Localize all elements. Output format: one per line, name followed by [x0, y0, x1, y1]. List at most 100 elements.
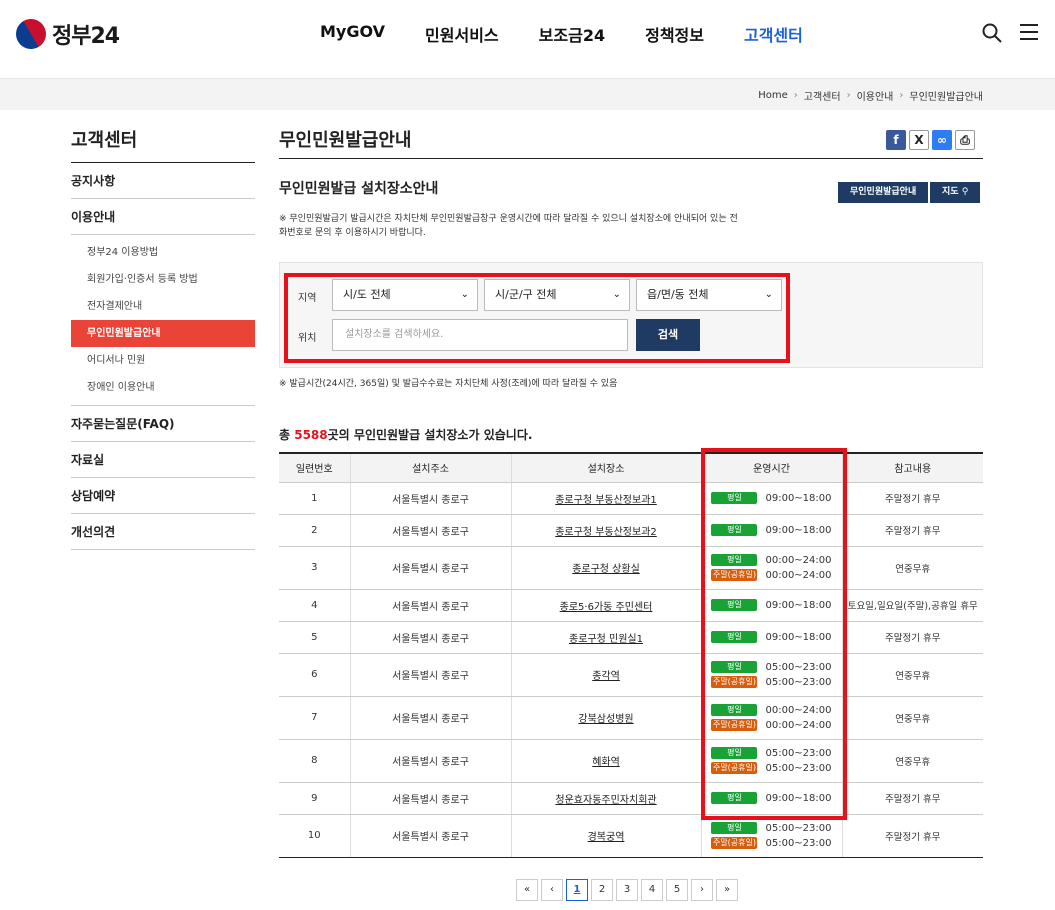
hours-weekend: 주말(공휴일) 05:00~23:00 [704, 836, 840, 851]
cell-hours: 평일 00:00~24:00 주말(공휴일) 00:00~24:00 [700, 696, 842, 740]
weekday-tag: 평일 [711, 792, 758, 804]
hours-weekday: 평일 09:00~18:00 [704, 598, 840, 613]
table-row: 4 서울특별시 종로구 종로5·6가동 주민센터 평일 09:00~18:00 토… [279, 589, 983, 622]
page-first-button[interactable]: « [516, 879, 538, 901]
main-nav: MyGOV 민원서비스 보조금24 정책정보 고객센터 [320, 22, 803, 46]
breadcrumb-customer-center[interactable]: 고객센터 [804, 88, 841, 103]
weekday-hours: 09:00~18:00 [765, 792, 832, 804]
weekday-tag: 평일 [711, 704, 758, 716]
map-button[interactable]: 지도 ⚲ [930, 182, 981, 203]
weekday-tag: 평일 [711, 524, 758, 536]
cell-place-link[interactable]: 종로구청 부동산정보과1 [510, 482, 701, 515]
sidebar-item-consult[interactable]: 상담예약 [71, 478, 255, 514]
facebook-icon[interactable]: f [886, 130, 906, 150]
table-row: 2 서울특별시 종로구 종로구청 부동산정보과2 평일 09:00~18:00 주… [279, 514, 983, 547]
cell-address: 서울특별시 종로구 [349, 653, 511, 697]
cell-place-link[interactable]: 혜화역 [510, 739, 701, 783]
cell-note: 주말정기 휴무 [841, 514, 983, 547]
cell-hours: 평일 09:00~18:00 [700, 589, 842, 622]
chevron-right-icon: › [846, 90, 851, 101]
cell-address: 서울특별시 종로구 [349, 696, 511, 740]
page-4[interactable]: 4 [641, 879, 663, 901]
cell-hours: 평일 00:00~24:00 주말(공휴일) 00:00~24:00 [700, 546, 842, 590]
th-no: 일련번호 [279, 453, 350, 483]
nav-civil-service[interactable]: 민원서비스 [425, 22, 499, 46]
cell-place-link[interactable]: 강북삼성병원 [510, 696, 701, 740]
link-icon[interactable]: ∞ [932, 130, 952, 150]
cell-place-link[interactable]: 종로구청 상황실 [510, 546, 701, 590]
weekday-tag: 평일 [711, 599, 758, 611]
cell-address: 서울특별시 종로구 [349, 546, 511, 590]
nav-customer-center[interactable]: 고객센터 [744, 22, 803, 46]
sidebar-item-library[interactable]: 자료실 [71, 442, 255, 478]
breadcrumb-current: 무인민원발급안내 [909, 92, 983, 103]
page-5[interactable]: 5 [666, 879, 688, 901]
print-icon[interactable]: ⎙ [955, 130, 975, 150]
weekday-hours: 05:00~23:00 [765, 747, 832, 759]
kiosk-guide-button[interactable]: 무인민원발급안내 [838, 182, 929, 203]
sidebar-item-faq[interactable]: 자주묻는질문(FAQ) [71, 406, 255, 442]
breadcrumb-guide[interactable]: 이용안내 [857, 88, 894, 103]
page-last-button[interactable]: » [716, 879, 738, 901]
weekday-tag: 평일 [711, 631, 758, 643]
chevron-right-icon: › [793, 90, 798, 101]
sidebar-item-guide[interactable]: 이용안내 [71, 199, 255, 235]
search-icon[interactable] [982, 23, 1002, 43]
breadcrumb: Home › 고객센터 › 이용안내 › 무인민원발급안내 [758, 88, 983, 103]
sidebar-sub-disabled[interactable]: 장애인 이용안내 [71, 374, 255, 401]
weekend-hours: 00:00~24:00 [765, 719, 832, 731]
breadcrumb-home[interactable]: Home [758, 90, 788, 101]
highlight-box-search [284, 273, 790, 363]
cell-note: 주말정기 휴무 [841, 482, 983, 515]
page-2[interactable]: 2 [591, 879, 613, 901]
sidebar-item-notice[interactable]: 공지사항 [71, 163, 255, 199]
notice-text: ※ 무인민원발급기 발급시간은 자치단체 무인민원발급창구 운영시간에 따라 달… [279, 214, 738, 238]
taegeuk-logo-icon [10, 13, 52, 55]
sidebar-item-feedback[interactable]: 개선의견 [71, 514, 255, 550]
nav-policy-info[interactable]: 정책정보 [645, 22, 704, 46]
weekday-hours: 05:00~23:00 [765, 661, 832, 673]
page-next-button[interactable]: › [691, 879, 713, 901]
sidebar-sub-payment[interactable]: 전자결제안내 [71, 293, 255, 320]
weekday-hours: 05:00~23:00 [765, 822, 832, 834]
cell-no: 10 [279, 814, 350, 858]
cell-note: 주말정기 휴무 [841, 814, 983, 858]
page-1[interactable]: 1 [566, 879, 588, 901]
cell-place-link[interactable]: 종로5·6가동 주민센터 [510, 589, 701, 622]
sidebar-sub-anywhere[interactable]: 어디서나 민원 [71, 347, 255, 374]
cell-no: 2 [279, 514, 350, 547]
cell-address: 서울특별시 종로구 [349, 782, 511, 815]
page-prev-button[interactable]: ‹ [541, 879, 563, 901]
nav-mygov[interactable]: MyGOV [320, 22, 385, 46]
table-row: 1 서울특별시 종로구 종로구청 부동산정보과1 평일 09:00~18:00 주… [279, 482, 983, 515]
nav-subsidy24[interactable]: 보조금24 [539, 22, 605, 46]
cell-place-link[interactable]: 종로구청 부동산정보과2 [510, 514, 701, 547]
x-twitter-icon[interactable]: X [909, 130, 929, 150]
sidebar-sub-how-to-use[interactable]: 정부24 이용방법 [71, 239, 255, 266]
hours-weekend: 주말(공휴일) 00:00~24:00 [704, 568, 840, 583]
weekend-hours: 05:00~23:00 [765, 837, 832, 849]
cell-place-link[interactable]: 청운효자동주민자치회관 [510, 782, 701, 815]
weekend-hours: 05:00~23:00 [765, 762, 832, 774]
cell-address: 서울특별시 종로구 [349, 514, 511, 547]
sidebar-sub-signup-cert[interactable]: 회원가입·인증서 등록 방법 [71, 266, 255, 293]
cell-place-link[interactable]: 종각역 [510, 653, 701, 697]
hours-weekday: 평일 09:00~18:00 [704, 491, 840, 506]
weekend-hours: 00:00~24:00 [765, 569, 832, 581]
page-3[interactable]: 3 [616, 879, 638, 901]
cell-place-link[interactable]: 경복궁역 [510, 814, 701, 858]
cell-no: 1 [279, 482, 350, 515]
result-count: 총 5588곳의 무인민원발급 설치장소가 있습니다. [279, 426, 532, 443]
weekday-hours: 09:00~18:00 [765, 631, 832, 643]
weekday-hours: 09:00~18:00 [765, 492, 832, 504]
weekday-tag: 평일 [711, 492, 758, 504]
cell-place-link[interactable]: 종로구청 민원실1 [510, 621, 701, 654]
weekend-tag: 주말(공휴일) [711, 569, 758, 581]
weekday-hours: 00:00~24:00 [765, 554, 832, 566]
site-logo[interactable]: 정부24 [10, 13, 120, 55]
map-pin-icon: ⚲ [961, 187, 969, 197]
cell-note: 연중무휴 [841, 546, 983, 590]
sidebar-sub-kiosk[interactable]: 무인민원발급안내 [71, 320, 255, 347]
th-hours: 운영시간 [700, 453, 842, 483]
hamburger-menu-icon[interactable] [1020, 24, 1038, 40]
